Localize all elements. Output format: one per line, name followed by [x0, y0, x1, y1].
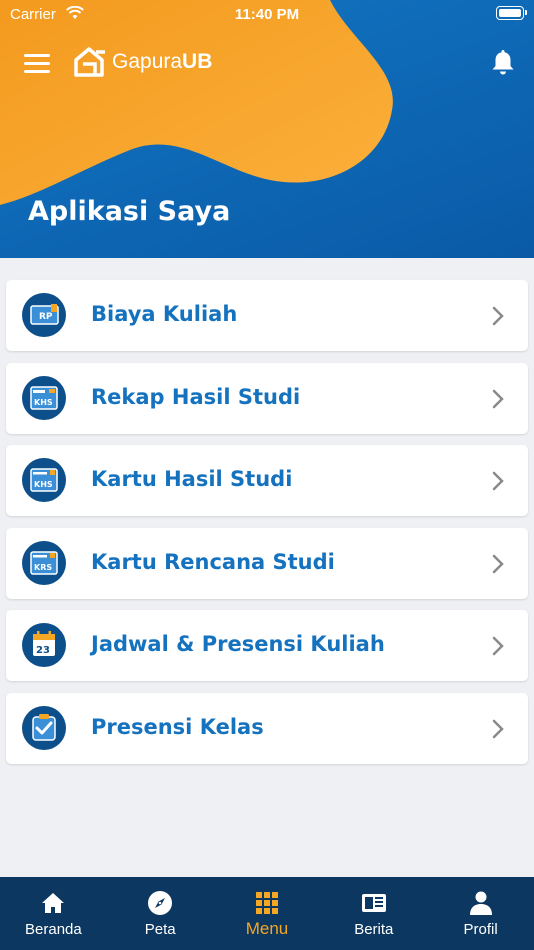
- menu-item-label: Jadwal & Presensi Kuliah: [91, 632, 385, 657]
- tab-label: Profil: [463, 921, 498, 938]
- tab-label: Berita: [354, 921, 394, 938]
- menu-item-label: Kartu Rencana Studi: [91, 549, 335, 574]
- svg-text:KRS: KRS: [34, 563, 52, 572]
- svg-text:23: 23: [36, 645, 50, 656]
- tab-label: Peta: [144, 921, 176, 938]
- krs-card-icon: KRS: [22, 540, 66, 585]
- menu-item-label: Kartu Hasil Studi: [91, 467, 293, 492]
- chevron-right-icon: [492, 554, 504, 574]
- app-header: Carrier 11:40 PM GapuraUB Aplikasi Saya: [0, 0, 534, 258]
- payment-icon: RP: [22, 293, 66, 337]
- app-logo: GapuraUB: [72, 46, 212, 78]
- tab-beranda[interactable]: Beranda: [0, 877, 107, 950]
- app-logo-text: GapuraUB: [112, 50, 213, 73]
- tab-menu[interactable]: Menu: [214, 877, 321, 950]
- person-icon: [469, 891, 492, 915]
- calendar-icon: 23: [22, 623, 66, 668]
- svg-text:KHS: KHS: [34, 480, 53, 489]
- menu-item-biaya-kuliah[interactable]: RP Biaya Kuliah: [6, 280, 528, 351]
- notification-bell-icon[interactable]: [490, 48, 516, 76]
- tab-profil[interactable]: Profil: [427, 877, 534, 950]
- menu-item-label: Rekap Hasil Studi: [91, 384, 301, 409]
- home-icon: [42, 893, 65, 913]
- chevron-right-icon: [492, 471, 504, 491]
- checklist-icon: [22, 705, 66, 750]
- battery-icon: [496, 6, 527, 20]
- menu-item-presensi-kelas[interactable]: Presensi Kelas: [6, 692, 528, 764]
- tab-peta[interactable]: Peta: [107, 877, 214, 950]
- menu-item-kartu-hasil-studi[interactable]: KHS Kartu Hasil Studi: [6, 445, 528, 517]
- chevron-right-icon: [492, 306, 504, 326]
- menu-item-kartu-rencana-studi[interactable]: KRS Kartu Rencana Studi: [6, 527, 528, 599]
- tab-berita[interactable]: Berita: [320, 877, 427, 950]
- page-title: Aplikasi Saya: [28, 196, 231, 227]
- menu-item-jadwal-presensi-kuliah[interactable]: 23 Jadwal & Presensi Kuliah: [6, 610, 528, 682]
- bottom-tab-bar: Beranda Peta Menu Berita Profil: [0, 877, 534, 950]
- menu-item-rekap-hasil-studi[interactable]: KHS Rekap Hasil Studi: [6, 362, 528, 434]
- hamburger-menu-button[interactable]: [24, 54, 50, 74]
- app-menu-list: RP Biaya Kuliah KHS Rekap Hasil Studi KH…: [6, 280, 528, 776]
- chevron-right-icon: [492, 719, 504, 739]
- svg-text:KHS: KHS: [34, 398, 53, 407]
- chevron-right-icon: [492, 637, 504, 656]
- chevron-right-icon: [492, 389, 504, 408]
- compass-icon: [148, 891, 173, 915]
- svg-text:RP: RP: [39, 312, 53, 322]
- menu-item-label: Biaya Kuliah: [91, 302, 238, 326]
- study-recap-icon: KHS: [22, 375, 66, 420]
- newspaper-icon: [361, 894, 386, 912]
- grid-icon: [255, 892, 278, 914]
- menu-item-label: Presensi Kelas: [91, 714, 264, 739]
- khs-card-icon: KHS: [22, 458, 66, 503]
- tab-label: Beranda: [25, 921, 82, 938]
- tab-label: Menu: [245, 919, 289, 938]
- gapura-logo-icon: [74, 47, 105, 77]
- status-bar: Carrier 11:40 PM: [0, 0, 534, 30]
- clock: 11:40 PM: [234, 6, 300, 23]
